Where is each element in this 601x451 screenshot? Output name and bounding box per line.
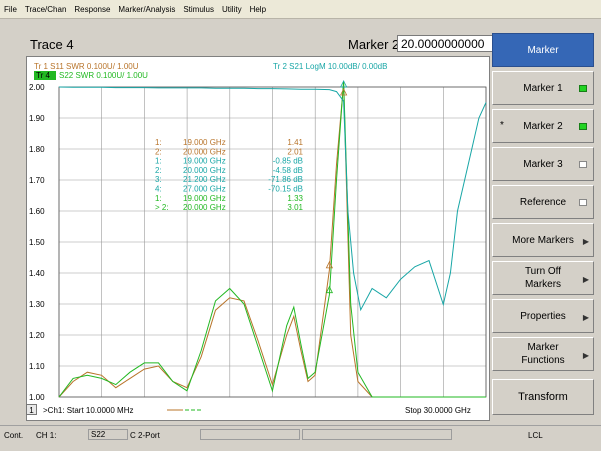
y-tick-label: 1.60 (29, 207, 45, 216)
active-star-icon: * (500, 120, 504, 131)
status-field-empty-2 (302, 429, 452, 440)
marker-row-value: 1.33 (287, 194, 303, 203)
status-field-empty (200, 429, 300, 440)
marker-row-id: 3: (155, 175, 162, 184)
marker-row-freq: 19.000 GHz (183, 138, 226, 147)
status-mode: Cont. (4, 431, 24, 440)
marker-2-label: Marker 2 (523, 120, 563, 132)
marker-row-value: 2.01 (287, 147, 303, 156)
status-param[interactable]: S22 (88, 429, 128, 440)
trace4-tag[interactable]: Tr 4 (36, 71, 50, 80)
marker-row-freq: 21.200 GHz (183, 175, 226, 184)
marker-1-label: Marker 1 (523, 82, 563, 94)
menu-help[interactable]: Help (246, 5, 270, 14)
channel-number[interactable]: 1 (26, 404, 37, 415)
submenu-arrow-icon: ▶ (582, 237, 589, 246)
marker-row-id: 2: (155, 166, 162, 175)
submenu-arrow-icon: ▶ (582, 275, 589, 284)
marker-3-label: Marker 3 (523, 158, 563, 170)
marker-row-id: 4: (155, 185, 162, 194)
y-tick-label: 1.10 (29, 362, 45, 371)
marker-row-value: 1.41 (287, 138, 303, 147)
marker-2-button[interactable]: * Marker 2 (492, 109, 594, 143)
status-lcl: LCL (528, 431, 543, 440)
marker-frequency-input[interactable]: 20.0000000000 GHz (397, 35, 495, 68)
y-tick-label: 1.40 (29, 269, 45, 278)
marker-row-freq: 20.000 GHz (183, 203, 226, 212)
y-tick-label: 2.00 (29, 83, 45, 92)
trace-header: Trace 4 Marker 2 20.0000000000 GHz ▲▼ (26, 35, 509, 68)
y-tick-label: 1.20 (29, 331, 45, 340)
indicator-on-icon (579, 85, 587, 92)
marker-row-freq: 19.000 GHz (183, 157, 226, 166)
properties-label: Properties (520, 310, 566, 322)
transform-label: Transform (518, 390, 568, 403)
submenu-arrow-icon: ▶ (582, 351, 589, 360)
marker-functions-button[interactable]: Marker Functions ▶ (492, 337, 594, 371)
marker-menu-header[interactable]: Marker (492, 33, 594, 67)
marker-row-id: 1: (155, 157, 162, 166)
marker-active-label: Marker 2 (348, 37, 400, 52)
y-tick-label: 1.00 (29, 393, 45, 402)
menu-file[interactable]: File (0, 5, 21, 14)
reference-label: Reference (519, 196, 567, 208)
trace4-label[interactable]: S22 SWR 0.100U/ 1.00U (59, 71, 148, 80)
trace2-label[interactable]: Tr 2 S21 LogM 10.00dB/ 0.00dB (273, 62, 387, 71)
more-markers-button[interactable]: More Markers ▶ (492, 223, 594, 257)
turn-off-markers-button[interactable]: Turn Off Markers ▶ (492, 261, 594, 295)
marker-row-id: 2: (155, 147, 162, 156)
menu-utility[interactable]: Utility (218, 5, 246, 14)
marker-row-value: -71.86 dB (268, 175, 303, 184)
marker-3-button[interactable]: Marker 3 (492, 147, 594, 181)
trace-title: Trace 4 (30, 37, 74, 52)
indicator-off-icon (579, 161, 587, 168)
status-channel: CH 1: (36, 431, 57, 440)
start-frequency: >Ch1: Start 10.0000 MHz (43, 406, 134, 415)
status-cal: C 2-Port (130, 431, 160, 440)
reference-button[interactable]: Reference (492, 185, 594, 219)
turn-off-markers-label: Turn Off Markers (524, 266, 562, 290)
menu-stimulus[interactable]: Stimulus (179, 5, 218, 14)
marker-row-value: -4.58 dB (273, 166, 303, 175)
transform-button[interactable]: Transform (492, 379, 594, 415)
menu-trace-chan[interactable]: Trace/Chan (21, 5, 71, 14)
marker-row-freq: 20.000 GHz (183, 147, 226, 156)
marker-row-value: -70.15 dB (268, 185, 303, 194)
marker-row-value: 3.01 (287, 203, 303, 212)
status-bar: Cont. CH 1: S22 C 2-Port LCL (0, 425, 601, 451)
marker-row-value: -0.85 dB (273, 157, 303, 166)
stop-frequency: Stop 30.0000 GHz (405, 406, 471, 415)
more-markers-label: More Markers (512, 234, 574, 246)
y-tick-label: 1.90 (29, 114, 45, 123)
marker-row-freq: 20.000 GHz (183, 166, 226, 175)
plot-svg: 2.00 1.90 1.80 1.70 1.60 1.50 1.40 1.30 1.20 1.10… (29, 62, 487, 415)
marker-row-id: 1: (155, 138, 162, 147)
marker-functions-label: Marker Functions (521, 342, 565, 366)
menu-marker-analysis[interactable]: Marker/Analysis (114, 5, 179, 14)
y-tick-label: 1.80 (29, 145, 45, 154)
submenu-arrow-icon: ▶ (582, 313, 589, 322)
softkey-panel: Marker Marker 1 * Marker 2 Marker 3 Refer… (492, 33, 601, 423)
marker-menu-header-label: Marker (527, 44, 559, 56)
properties-button[interactable]: Properties ▶ (492, 299, 594, 333)
marker-row-id: > 2: (155, 203, 169, 212)
plot-area[interactable]: 2.00 1.90 1.80 1.70 1.60 1.50 1.40 1.30 1.20 1.10… (26, 56, 490, 421)
marker-row-freq: 27.000 GHz (183, 185, 226, 194)
indicator-off-icon (579, 199, 587, 206)
y-tick-label: 1.70 (29, 176, 45, 185)
marker-1-button[interactable]: Marker 1 (492, 71, 594, 105)
y-tick-label: 1.30 (29, 300, 45, 309)
marker-row-freq: 19.000 GHz (183, 194, 226, 203)
y-tick-label: 1.50 (29, 238, 45, 247)
trace1-label[interactable]: Tr 1 S11 SWR 0.100U/ 1.00U (34, 62, 139, 71)
menu-bar: File Trace/Chan Response Marker/Analysis… (0, 0, 601, 19)
indicator-on-icon (579, 123, 587, 130)
marker-row-id: 1: (155, 194, 162, 203)
menu-response[interactable]: Response (70, 5, 114, 14)
